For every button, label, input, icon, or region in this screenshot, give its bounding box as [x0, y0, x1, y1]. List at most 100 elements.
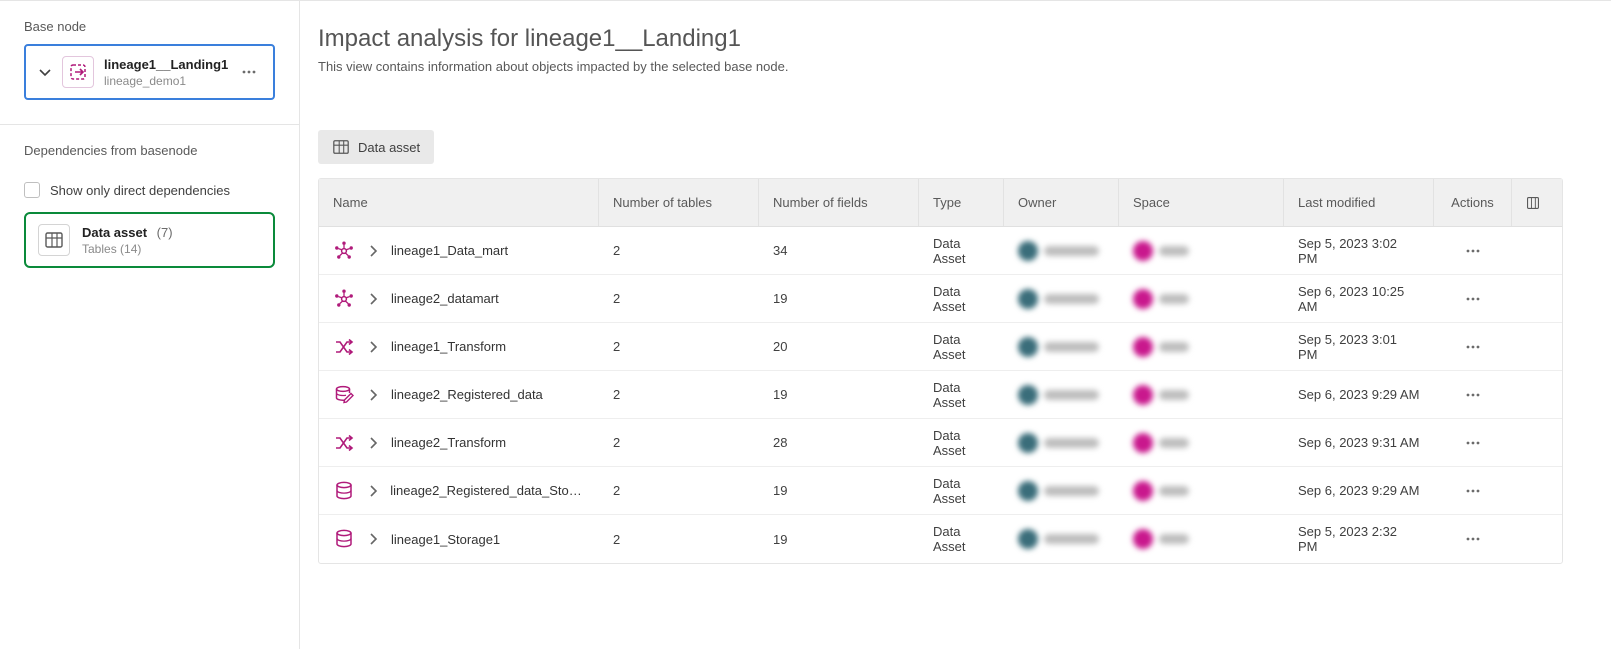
col-header-name[interactable]: Name: [319, 179, 599, 226]
checkbox-icon[interactable]: [24, 182, 40, 198]
cell-type: Data Asset: [919, 275, 1004, 322]
cell-type: Data Asset: [919, 419, 1004, 466]
table-row[interactable]: lineage2_Registered_data 2 19 Data Asset…: [319, 371, 1562, 419]
column-config-button[interactable]: [1512, 179, 1554, 226]
cell-modified: Sep 6, 2023 9:29 AM: [1284, 467, 1434, 514]
hub-icon: [333, 240, 355, 262]
row-actions-button[interactable]: [1434, 323, 1512, 370]
expand-row-button[interactable]: [365, 483, 380, 499]
dependencies-section-label: Dependencies from basenode: [0, 125, 299, 168]
cell-space: [1119, 323, 1284, 370]
table-row[interactable]: lineage2_Transform 2 28 Data Asset Sep 6…: [319, 419, 1562, 467]
dots-icon: [1465, 291, 1481, 307]
cell-fields: 19: [759, 515, 919, 563]
cell-space: [1119, 467, 1284, 514]
page-title: Impact analysis for lineage1__Landing1: [318, 25, 1563, 53]
cell-tables: 2: [599, 515, 759, 563]
row-actions-button[interactable]: [1434, 515, 1512, 563]
dots-icon: [1465, 435, 1481, 451]
shuffle-icon: [333, 336, 355, 358]
columns-icon: [1526, 194, 1540, 212]
cell-type: Data Asset: [919, 467, 1004, 514]
cell-space: [1119, 371, 1284, 418]
col-header-owner[interactable]: Owner: [1004, 179, 1119, 226]
cell-tables: 2: [599, 467, 759, 514]
row-name-label: lineage2_Registered_data: [391, 387, 543, 402]
sidebar: Base node lineage1__Landing1 lineage_dem…: [0, 1, 300, 649]
col-header-space[interactable]: Space: [1119, 179, 1284, 226]
row-actions-button[interactable]: [1434, 371, 1512, 418]
cell-fields: 34: [759, 227, 919, 274]
chevron-down-icon[interactable]: [38, 65, 52, 79]
cell-modified: Sep 6, 2023 10:25 AM: [1284, 275, 1434, 322]
expand-row-button[interactable]: [365, 243, 381, 259]
table-header: Name Number of tables Number of fields T…: [319, 179, 1562, 227]
db-icon: [333, 528, 355, 550]
cell-owner: [1004, 515, 1119, 563]
cell-owner: [1004, 323, 1119, 370]
col-header-type[interactable]: Type: [919, 179, 1004, 226]
row-actions-button[interactable]: [1434, 467, 1512, 514]
col-header-modified[interactable]: Last modified: [1284, 179, 1434, 226]
base-node-subtitle: lineage_demo1: [104, 74, 227, 88]
row-name-label: lineage2_Transform: [391, 435, 506, 450]
row-name-label: lineage2_datamart: [391, 291, 499, 306]
expand-row-button[interactable]: [365, 339, 381, 355]
cell-type: Data Asset: [919, 371, 1004, 418]
row-name-label: lineage1_Data_mart: [391, 243, 508, 258]
base-node-card[interactable]: lineage1__Landing1 lineage_demo1: [24, 44, 275, 100]
dots-icon: [1465, 243, 1481, 259]
cell-owner: [1004, 227, 1119, 274]
cell-owner: [1004, 467, 1119, 514]
row-name-label: lineage1_Storage1: [391, 532, 500, 547]
base-node-more-button[interactable]: [237, 60, 261, 84]
cell-type: Data Asset: [919, 323, 1004, 370]
cell-modified: Sep 5, 2023 3:01 PM: [1284, 323, 1434, 370]
cell-modified: Sep 6, 2023 9:29 AM: [1284, 371, 1434, 418]
cell-owner: [1004, 371, 1119, 418]
row-actions-button[interactable]: [1434, 275, 1512, 322]
table-row[interactable]: lineage1_Transform 2 20 Data Asset Sep 5…: [319, 323, 1562, 371]
cell-fields: 20: [759, 323, 919, 370]
cell-tables: 2: [599, 419, 759, 466]
table-row[interactable]: lineage1_Data_mart 2 34 Data Asset Sep 5…: [319, 227, 1562, 275]
expand-row-button[interactable]: [365, 531, 381, 547]
row-actions-button[interactable]: [1434, 419, 1512, 466]
cell-spacer: [1512, 467, 1554, 514]
cell-fields: 28: [759, 419, 919, 466]
cell-fields: 19: [759, 467, 919, 514]
dots-icon: [1465, 387, 1481, 403]
cell-fields: 19: [759, 371, 919, 418]
cell-owner: [1004, 275, 1119, 322]
dep-card-count: (7): [157, 225, 173, 240]
filter-chip-data-asset[interactable]: Data asset: [318, 130, 434, 164]
cell-modified: Sep 5, 2023 2:32 PM: [1284, 515, 1434, 563]
table-row[interactable]: lineage2_Registered_data_Storage 2 19 Da…: [319, 467, 1562, 515]
page-description: This view contains information about obj…: [318, 59, 1563, 74]
row-name-label: lineage2_Registered_data_Storage: [390, 483, 585, 498]
table-icon: [332, 138, 350, 156]
table-body: lineage1_Data_mart 2 34 Data Asset Sep 5…: [319, 227, 1562, 563]
hub-icon: [333, 288, 355, 310]
dbedit-icon: [333, 384, 355, 406]
db-icon: [333, 480, 355, 502]
main-content: Impact analysis for lineage1__Landing1 T…: [300, 1, 1611, 649]
cell-tables: 2: [599, 323, 759, 370]
base-node-section-label: Base node: [0, 1, 299, 44]
table-row[interactable]: lineage2_datamart 2 19 Data Asset Sep 6,…: [319, 275, 1562, 323]
expand-row-button[interactable]: [365, 435, 381, 451]
cell-spacer: [1512, 227, 1554, 274]
col-header-tables[interactable]: Number of tables: [599, 179, 759, 226]
dependency-card-data-asset[interactable]: Data asset (7) Tables (14): [24, 212, 275, 268]
expand-row-button[interactable]: [365, 387, 381, 403]
direct-deps-checkbox-row[interactable]: Show only direct dependencies: [0, 168, 299, 212]
cell-modified: Sep 6, 2023 9:31 AM: [1284, 419, 1434, 466]
col-header-fields[interactable]: Number of fields: [759, 179, 919, 226]
cell-space: [1119, 275, 1284, 322]
cell-type: Data Asset: [919, 515, 1004, 563]
table-row[interactable]: lineage1_Storage1 2 19 Data Asset Sep 5,…: [319, 515, 1562, 563]
expand-row-button[interactable]: [365, 291, 381, 307]
cell-tables: 2: [599, 275, 759, 322]
row-actions-button[interactable]: [1434, 227, 1512, 274]
cell-owner: [1004, 419, 1119, 466]
